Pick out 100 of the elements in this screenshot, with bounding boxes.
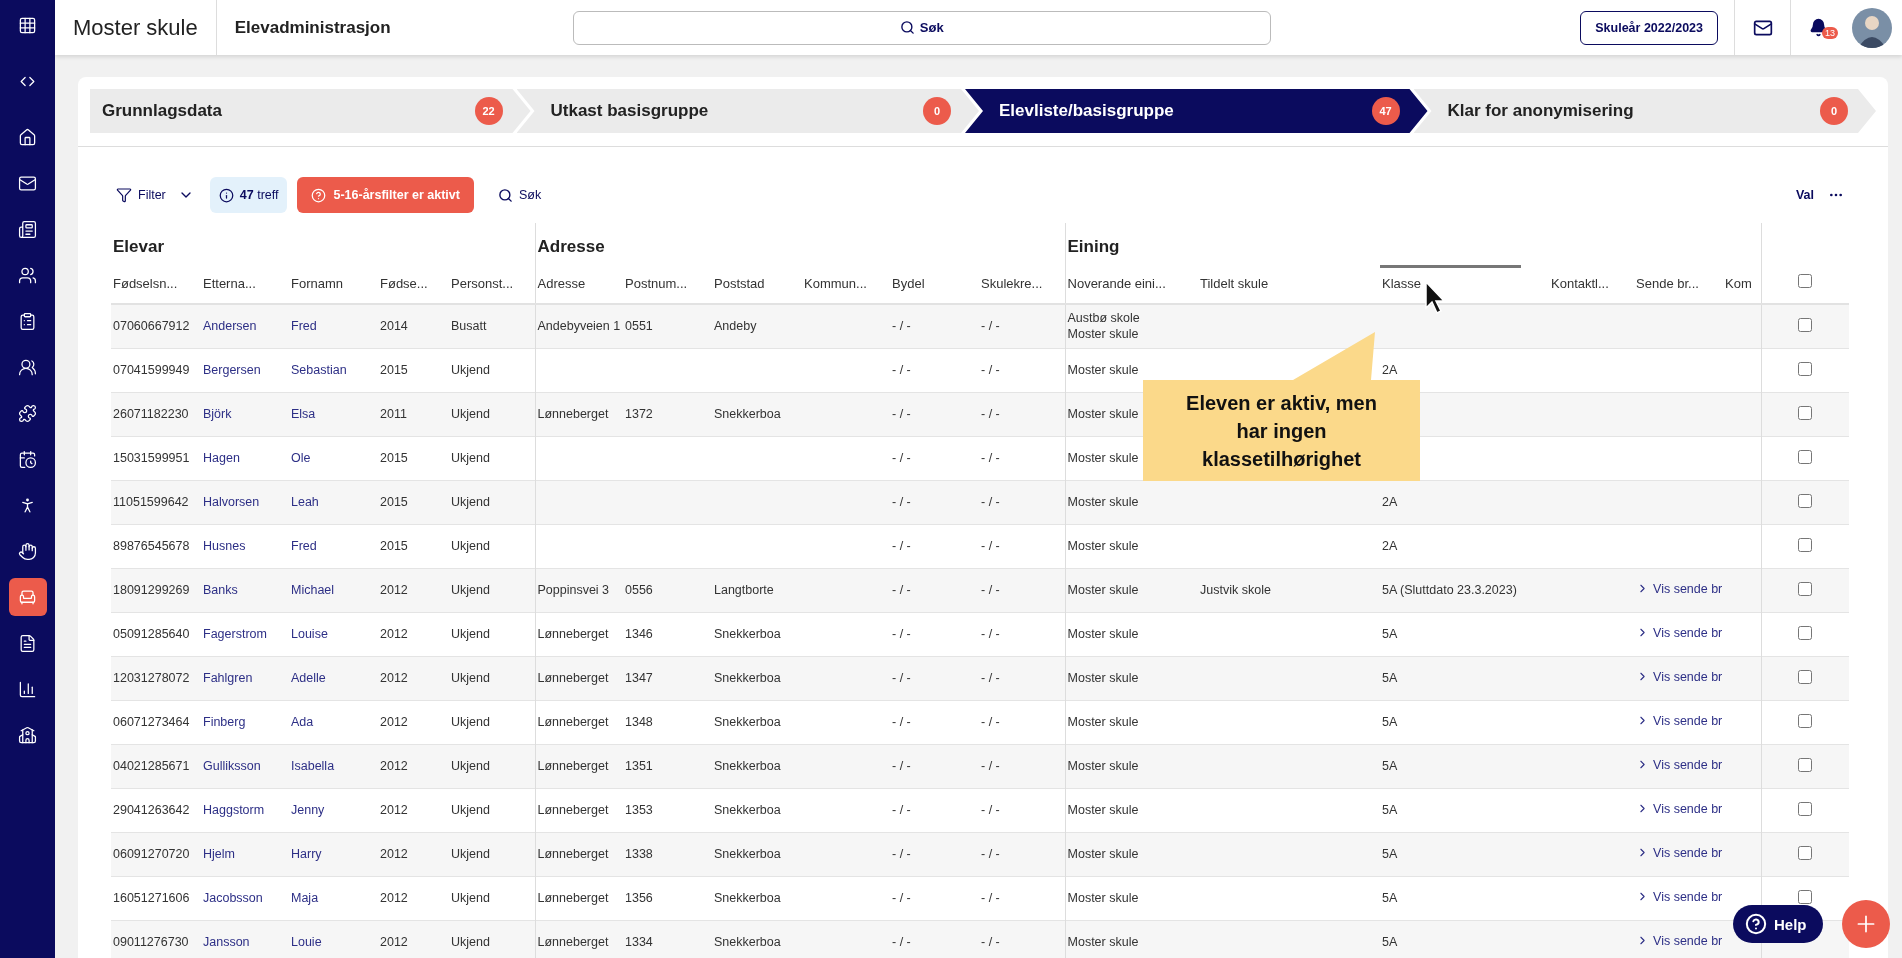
send-letter-link[interactable]: Vis sende br xyxy=(1636,581,1723,596)
name-link[interactable]: Andersen xyxy=(203,319,257,334)
row-checkbox[interactable] xyxy=(1798,889,1813,904)
name-link[interactable]: Fagerstrom xyxy=(203,627,267,641)
name-link[interactable]: Ada xyxy=(291,715,314,729)
row-checkbox[interactable] xyxy=(1798,801,1813,816)
name-link[interactable]: Fred xyxy=(291,539,317,553)
help-button[interactable]: Help xyxy=(1733,905,1823,943)
name-link[interactable]: Hjelm xyxy=(203,847,235,861)
table-cell: 04021285671 xyxy=(113,759,190,773)
name-link[interactable]: Jacobsson xyxy=(203,891,263,905)
name-link[interactable]: Bergersen xyxy=(203,363,261,377)
name-link[interactable]: Gulliksson xyxy=(203,759,261,773)
table-cell: Moster skule xyxy=(1067,627,1139,641)
send-letter-link[interactable]: Vis sende br xyxy=(1636,845,1723,860)
table-cell: - / - xyxy=(892,583,911,597)
avatar[interactable] xyxy=(1852,7,1892,48)
send-letter-link[interactable]: Vis sende br xyxy=(1636,669,1723,684)
send-letter-link[interactable]: Vis sende br xyxy=(1636,757,1723,772)
send-letter-link[interactable]: Vis sende br xyxy=(1636,625,1723,640)
name-link[interactable]: Harry xyxy=(291,847,322,861)
name-link[interactable]: Louie xyxy=(291,935,322,949)
name-link[interactable]: Louise xyxy=(291,627,328,641)
row-checkbox[interactable] xyxy=(1798,845,1813,860)
column-header[interactable]: Tildelt skule xyxy=(1200,276,1269,291)
row-checkbox[interactable] xyxy=(1798,405,1813,420)
filter-button[interactable]: Filter xyxy=(110,183,200,207)
search-field[interactable]: Søk xyxy=(572,10,1271,45)
row-checkbox[interactable] xyxy=(1798,625,1813,640)
table-cell: 1338 xyxy=(625,847,653,861)
search-button[interactable]: Søk xyxy=(491,183,548,207)
table-cell: - / - xyxy=(892,803,911,817)
column-header[interactable]: Poststad xyxy=(714,276,765,291)
column-header[interactable]: Bydel xyxy=(892,276,925,291)
info-icon xyxy=(218,187,234,203)
name-link[interactable]: Ole xyxy=(291,451,311,465)
sidebar-item[interactable] xyxy=(8,578,47,616)
column-header[interactable]: Personst... xyxy=(451,276,514,291)
row-checkbox[interactable] xyxy=(1798,493,1813,508)
name-link[interactable]: Sebastian xyxy=(291,363,347,377)
name-link[interactable]: Isabella xyxy=(291,759,335,773)
row-checkbox[interactable] xyxy=(1798,361,1813,376)
name-link[interactable]: Maja xyxy=(291,891,319,905)
name-link[interactable]: Fahlgren xyxy=(203,671,253,685)
column-header[interactable]: Adresse xyxy=(537,276,586,291)
step-tab[interactable]: Elevliste/basisgruppe 47 xyxy=(965,89,1428,133)
column-header[interactable]: Noverande eini... xyxy=(1067,276,1166,291)
column-header[interactable]: Kommun... xyxy=(804,276,867,291)
name-link[interactable]: Finberg xyxy=(203,715,246,729)
name-link[interactable]: Jenny xyxy=(291,803,325,817)
name-link[interactable]: Michael xyxy=(291,583,335,597)
name-link[interactable]: Halvorsen xyxy=(203,495,260,509)
row-checkbox[interactable] xyxy=(1798,581,1813,596)
send-letter-link[interactable]: Vis sende br xyxy=(1636,801,1723,816)
table-cell: 2012 xyxy=(380,671,408,685)
table-cell: - / - xyxy=(892,495,911,509)
row-checkbox[interactable] xyxy=(1798,757,1813,772)
name-link[interactable]: Fred xyxy=(291,319,317,334)
send-letter-link[interactable]: Vis sende br xyxy=(1636,713,1723,728)
select-all-checkbox[interactable] xyxy=(1798,274,1813,288)
column-header[interactable]: Fornamn xyxy=(291,276,344,291)
table-cell: 1351 xyxy=(625,759,653,773)
row-checkbox[interactable] xyxy=(1798,537,1813,552)
column-group-header: Elevar xyxy=(113,237,165,256)
column-header[interactable]: Kom xyxy=(1725,276,1752,291)
send-letter-link[interactable]: Vis sende br xyxy=(1636,933,1723,948)
row-checkbox[interactable] xyxy=(1798,669,1813,684)
row-checkbox[interactable] xyxy=(1798,713,1813,728)
column-header[interactable]: Kontaktl... xyxy=(1551,276,1609,291)
column-header[interactable]: Etterna... xyxy=(203,276,256,291)
table-cell: - / - xyxy=(981,715,1000,729)
view-options-button[interactable]: Val xyxy=(1789,183,1850,207)
row-checkbox[interactable] xyxy=(1798,449,1813,464)
column-header[interactable]: Fødselsn... xyxy=(113,276,178,291)
send-letter-link[interactable]: Vis sende br xyxy=(1636,889,1723,904)
table-cell: Moster skule xyxy=(1067,803,1139,817)
step-tab[interactable]: Grunnlagsdata 22 xyxy=(90,89,531,133)
column-header[interactable]: Fødse... xyxy=(380,276,428,291)
name-link[interactable]: Haggstorm xyxy=(203,803,265,817)
school-year-button[interactable]: Skuleår 2022/2023 xyxy=(1580,10,1718,45)
step-tab[interactable]: Utkast basisgruppe 0 xyxy=(516,89,979,133)
name-link[interactable]: Elsa xyxy=(291,407,316,421)
name-link[interactable]: Leah xyxy=(291,495,319,509)
table-cell: 2012 xyxy=(380,847,408,861)
name-link[interactable]: Hagen xyxy=(203,451,240,465)
row-checkbox[interactable] xyxy=(1798,317,1813,332)
column-header[interactable]: Postnum... xyxy=(625,276,688,291)
name-link[interactable]: Banks xyxy=(203,583,238,597)
table-cell: Moster skule xyxy=(1067,671,1139,685)
name-link[interactable]: Husnes xyxy=(203,539,246,553)
name-link[interactable]: Adelle xyxy=(291,671,326,685)
column-header[interactable]: Skulekre... xyxy=(981,276,1043,291)
name-link[interactable]: Björk xyxy=(203,407,232,421)
step-tab[interactable]: Klar for anonymisering 0 xyxy=(1413,89,1876,133)
column-header[interactable]: Sende br... xyxy=(1636,276,1699,291)
name-link[interactable]: Jansson xyxy=(203,935,250,949)
mail-button[interactable] xyxy=(1734,0,1790,55)
count-badge: 0 xyxy=(923,97,951,125)
table-cell: Moster skule xyxy=(1067,891,1139,905)
column-header[interactable]: Klasse xyxy=(1382,276,1422,291)
